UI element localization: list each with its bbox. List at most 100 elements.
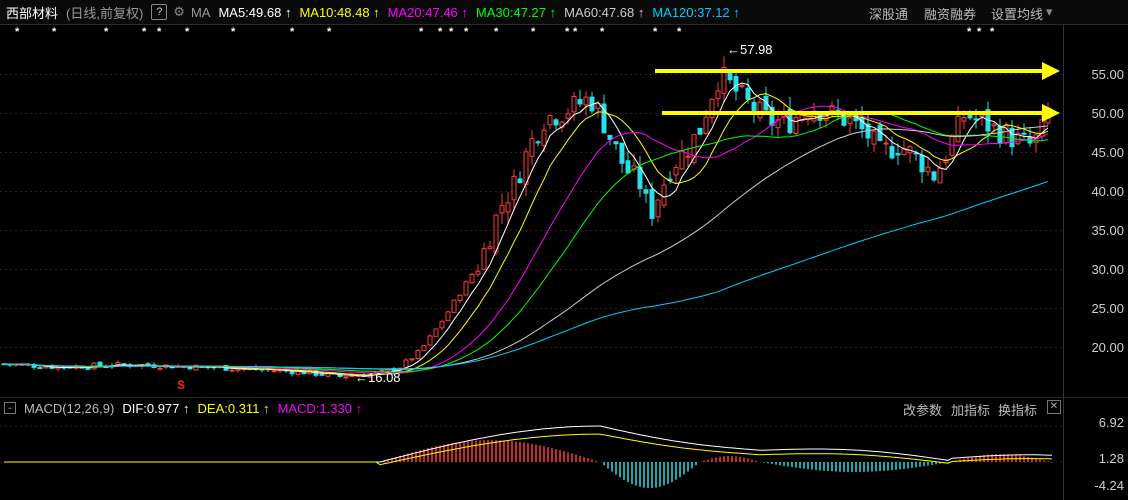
candle (931, 170, 937, 183)
macd-tick: 6.92 (1098, 415, 1124, 430)
candle (553, 118, 559, 130)
ma5-value: MA5:49.68 ↑ (218, 4, 292, 20)
help-button[interactable]: ? (151, 4, 168, 20)
candle (535, 140, 541, 147)
event-star-marker[interactable]: * (185, 26, 189, 38)
candle (475, 264, 481, 277)
rongzi-button[interactable]: 融资融券 (924, 4, 976, 23)
candle (469, 273, 475, 284)
candle (427, 334, 433, 347)
ma60-value: MA60:47.68 ↑ (564, 4, 645, 20)
chevron-down-icon[interactable]: ▾ (1046, 4, 1053, 20)
event-star-marker[interactable]: * (449, 26, 453, 38)
candle (685, 146, 691, 168)
axis-divider (1063, 24, 1064, 500)
resistance-arrow (655, 62, 1060, 80)
shengutong-button[interactable]: 深股通 (869, 4, 908, 23)
change-params-button[interactable]: 改参数 (903, 400, 942, 419)
event-star-marker[interactable]: * (231, 26, 235, 38)
event-star-marker[interactable]: * (104, 26, 108, 38)
candle (547, 114, 553, 130)
event-star-marker[interactable]: * (573, 26, 577, 38)
candle (415, 349, 421, 360)
candle (793, 112, 799, 136)
event-star-marker[interactable]: * (977, 26, 981, 38)
close-icon[interactable]: ✕ (1047, 400, 1061, 414)
ma10-line (3, 93, 1049, 376)
macd-indicator-label[interactable]: MACD(12,26,9) (24, 401, 114, 416)
event-star-marker[interactable]: * (494, 26, 498, 38)
price-tick: 35.00 (1091, 223, 1124, 238)
candle (757, 98, 763, 122)
collapse-toggle[interactable]: − (4, 402, 16, 414)
event-star-marker[interactable]: * (565, 26, 569, 38)
event-star-marker[interactable]: * (419, 26, 423, 38)
candle (643, 184, 649, 204)
candle (601, 94, 607, 134)
candle (907, 145, 913, 163)
event-star-marker[interactable]: * (290, 26, 294, 38)
candle (673, 164, 679, 184)
candle (787, 96, 793, 135)
event-star-marker[interactable]: * (967, 26, 971, 38)
event-star-marker[interactable]: * (600, 26, 604, 38)
event-star-marker[interactable]: * (142, 26, 146, 38)
ma10-value: MA10:48.48 ↑ (299, 4, 380, 20)
candle (343, 376, 349, 380)
event-star-marker[interactable]: * (990, 26, 994, 38)
candle (487, 241, 493, 250)
add-indicator-button[interactable]: 加指标 (951, 400, 990, 419)
price-tick: 55.00 (1091, 67, 1124, 82)
candle (613, 141, 619, 150)
candle (709, 98, 715, 124)
candle (727, 71, 733, 84)
event-star-marker[interactable]: * (327, 26, 331, 38)
event-star-marker[interactable]: * (438, 26, 442, 38)
price-tick: 25.00 (1091, 301, 1124, 316)
candle (751, 98, 757, 124)
candle (619, 142, 625, 174)
event-star-marker[interactable]: * (531, 26, 535, 38)
ma120-line (3, 180, 1049, 370)
ma5-line (3, 82, 1049, 377)
candle (871, 129, 877, 153)
low-price-label: ←16.08 (355, 370, 401, 385)
macd-value: MACD:1.330 ↑ (277, 400, 363, 416)
candle (589, 91, 595, 114)
candle (445, 310, 451, 322)
candle (421, 345, 427, 352)
event-star-marker[interactable]: * (15, 26, 19, 38)
candle (433, 328, 439, 337)
ma30-value: MA30:47.27 ↑ (475, 4, 557, 20)
price-tick: 30.00 (1091, 262, 1124, 277)
stock-name[interactable]: 西部材料 (6, 3, 58, 22)
gear-icon[interactable]: ⚙ (173, 4, 185, 20)
sell-marker: S (177, 378, 185, 392)
event-star-marker[interactable]: * (464, 26, 468, 38)
event-star-marker[interactable]: * (677, 26, 681, 38)
candle (463, 280, 469, 296)
candle (163, 364, 169, 370)
event-star-marker[interactable]: * (653, 26, 657, 38)
ma-settings-button[interactable]: 设置均线 (991, 4, 1043, 23)
event-star-marker[interactable]: * (52, 26, 56, 38)
candle (943, 155, 949, 168)
switch-indicator-button[interactable]: 换指标 (998, 400, 1037, 419)
candle (661, 178, 667, 209)
candle (457, 294, 463, 304)
event-markers: * * * * * * * * * * * * * * * * * * * * * * * (0, 26, 1060, 40)
candlestick-chart[interactable]: ←57.98 ←16.08 S (0, 40, 1063, 396)
period-label[interactable]: (日线,前复权) (66, 3, 143, 22)
price-tick: 45.00 (1091, 145, 1124, 160)
candle (451, 299, 457, 313)
price-tick: 20.00 (1091, 340, 1124, 355)
candle (769, 100, 775, 136)
candle (523, 148, 529, 197)
macd-header: − MACD(12,26,9) DIF:0.977 ↑ DEA:0.311 ↑ … (0, 397, 1128, 418)
ma120-value: MA120:37.12 ↑ (652, 4, 740, 20)
chart-header: 西部材料 (日线,前复权) ? ⚙ MA MA5:49.68 ↑ MA10:48… (0, 0, 1128, 25)
macd-chart[interactable] (0, 418, 1063, 500)
event-star-marker[interactable]: * (157, 26, 161, 38)
candle (697, 127, 703, 135)
candle (229, 369, 235, 373)
